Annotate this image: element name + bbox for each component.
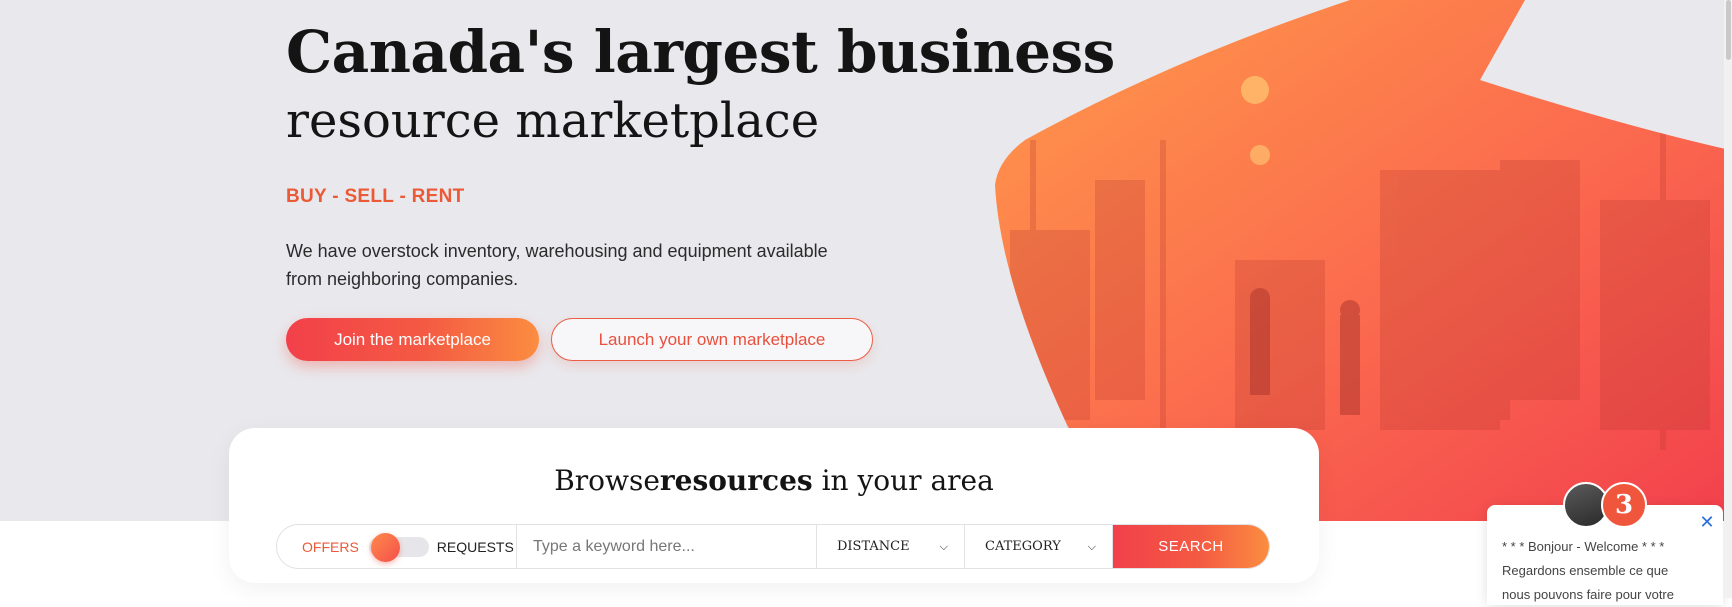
toggle-offers-label[interactable]: OFFERS <box>302 539 359 555</box>
hero-subheadline: resource marketplace <box>286 93 820 149</box>
search-bar: OFFERS REQUESTS DISTANCE ⌵ CATEGORY ⌵ SE… <box>276 524 1270 569</box>
chevron-down-icon: ⌵ <box>939 539 948 553</box>
toggle-requests-label[interactable]: REQUESTS <box>437 539 514 555</box>
hero-description: We have overstock inventory, warehousing… <box>286 241 828 289</box>
toggle-knob[interactable] <box>370 532 400 562</box>
keyword-field-wrap <box>517 525 817 568</box>
scrollbar-thumb[interactable] <box>1726 0 1731 60</box>
browse-title-bold: resources <box>659 464 813 497</box>
category-select[interactable]: CATEGORY ⌵ <box>965 525 1113 568</box>
distance-select[interactable]: DISTANCE ⌵ <box>817 525 965 568</box>
chat-message: * * * Bonjour - Welcome * * * Regardons … <box>1502 535 1702 607</box>
chevron-down-icon: ⌵ <box>1087 539 1096 553</box>
hero-headline: Canada's largest business <box>286 18 1115 86</box>
browse-title-suffix: in your area <box>812 464 994 497</box>
brand-avatar: 3 <box>1601 482 1647 528</box>
close-icon[interactable]: ✕ <box>1697 512 1717 533</box>
category-label: CATEGORY <box>985 539 1061 554</box>
scrollbar-track[interactable] <box>1724 0 1732 598</box>
chat-message-line-1: * * * Bonjour - Welcome * * * <box>1502 539 1665 554</box>
browse-title-prefix: Browse <box>554 464 660 497</box>
keyword-input[interactable] <box>517 525 816 568</box>
browse-title: Browseresources in your area <box>229 464 1319 497</box>
search-button[interactable]: SEARCH <box>1113 525 1269 568</box>
distance-label: DISTANCE <box>837 539 910 554</box>
join-marketplace-button[interactable]: Join the marketplace <box>286 318 539 361</box>
toggle-switch[interactable] <box>368 532 429 562</box>
launch-marketplace-button[interactable]: Launch your own marketplace <box>551 318 873 361</box>
chat-message-line-2: Regardons ensemble ce que <box>1502 563 1669 578</box>
offers-requests-toggle[interactable]: OFFERS REQUESTS <box>277 525 517 568</box>
chat-message-line-3: nous pouvons faire pour votre <box>1502 587 1674 602</box>
hero-tagline: BUY - SELL - RENT <box>286 186 465 207</box>
